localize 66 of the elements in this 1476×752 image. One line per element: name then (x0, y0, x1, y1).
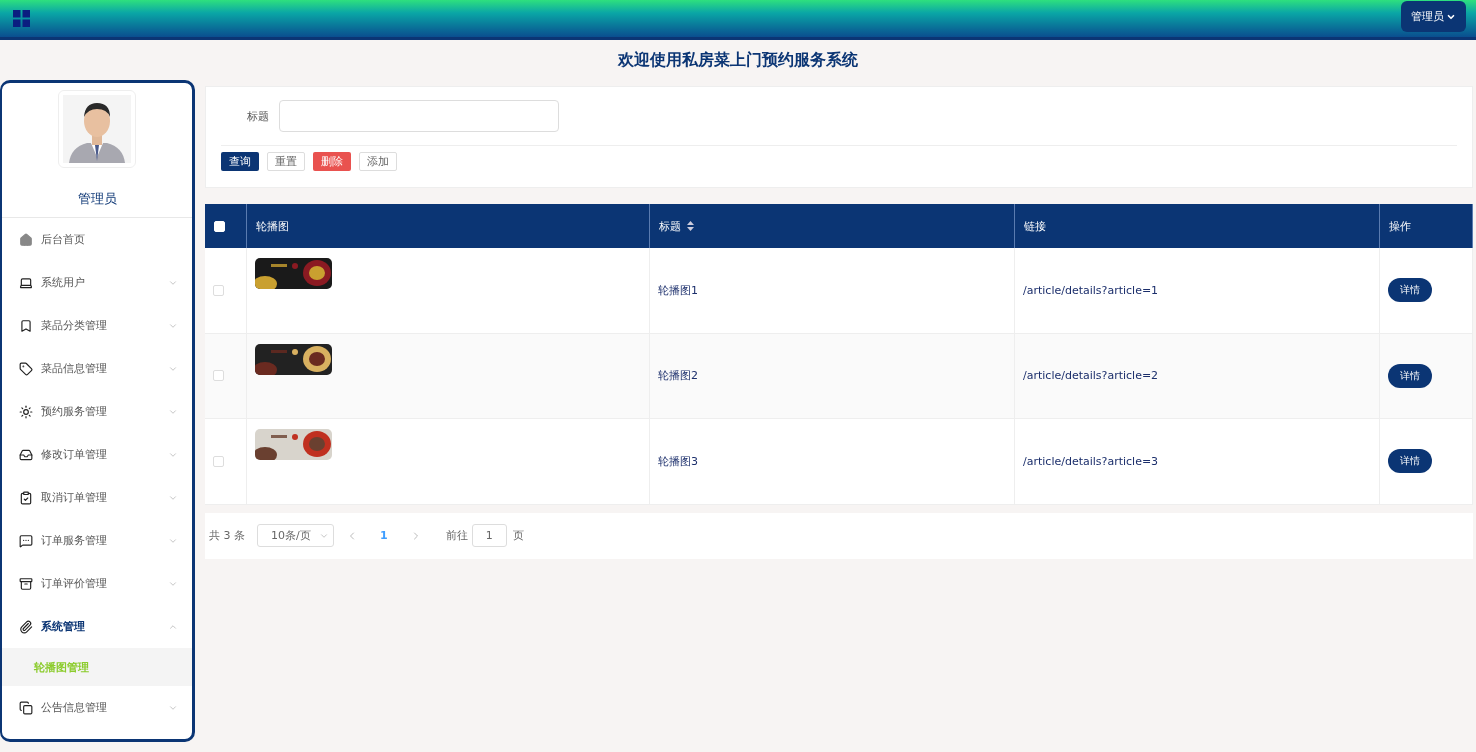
menu-label: 公告信息管理 (41, 700, 108, 715)
column-header: 链接 (1024, 218, 1046, 234)
menu-label: 后台首页 (41, 232, 86, 247)
copy-icon (19, 700, 33, 715)
laptop-icon (19, 275, 33, 290)
tag-icon (19, 361, 33, 376)
detail-button[interactable]: 详情 (1388, 278, 1432, 303)
user-menu-button[interactable]: 管理员 (1401, 1, 1466, 32)
sort-icon[interactable] (687, 221, 694, 231)
grid-icon[interactable] (13, 10, 30, 27)
menu-item[interactable]: 订单评价管理 (2, 562, 192, 605)
inbox-icon (19, 447, 33, 462)
table-cell: /article/details?article=2 (1023, 369, 1159, 383)
clipboard-icon (19, 490, 33, 505)
bookmark-icon (19, 318, 33, 333)
select-all-checkbox[interactable] (214, 220, 225, 232)
menu-item[interactable]: 菜品分类管理 (2, 304, 192, 347)
home-icon (19, 232, 33, 247)
table-cell: /article/details?article=1 (1023, 283, 1159, 297)
detail-button[interactable]: 详情 (1388, 363, 1432, 388)
menu-item[interactable]: 菜品信息管理 (2, 347, 192, 390)
menu-item[interactable]: 取消订单管理 (2, 476, 192, 519)
goto-page-input[interactable]: 1 (471, 524, 507, 547)
row-checkbox[interactable] (213, 284, 224, 296)
menu-label: 取消订单管理 (41, 490, 108, 505)
page-size-select[interactable]: 10条/页 (257, 524, 334, 547)
paperclip-icon (19, 619, 33, 634)
message-icon (19, 533, 33, 548)
menu-item[interactable]: 系统用户 (2, 261, 192, 304)
detail-button[interactable]: 详情 (1388, 449, 1432, 474)
table-cell: 轮播图2 (658, 368, 698, 384)
archive-icon (19, 576, 33, 591)
sun-icon (19, 404, 33, 419)
page-suffix: 页 (512, 528, 524, 543)
user-name: 管理员 (77, 190, 117, 208)
menu-item[interactable]: 预约服务管理 (2, 390, 192, 433)
menu-label: 系统管理 (41, 619, 86, 634)
menu-item[interactable]: 订单服务管理 (2, 519, 192, 562)
menu-item[interactable]: 系统管理 (2, 605, 192, 648)
action-button[interactable]: 添加 (359, 152, 397, 171)
table-cell: 轮播图1 (658, 282, 698, 298)
menu-label: 预约服务管理 (41, 404, 108, 419)
menu-item[interactable]: 修改订单管理 (2, 433, 192, 476)
page-title: 欢迎使用私房菜上门预约服务系统 (617, 48, 859, 71)
menu-label: 系统用户 (41, 275, 86, 290)
action-button[interactable]: 重置 (267, 152, 305, 171)
action-button[interactable]: 查询 (221, 152, 259, 171)
column-header: 操作 (1389, 218, 1411, 234)
menu-label: 菜品分类管理 (41, 318, 108, 333)
menu-label: 订单服务管理 (41, 533, 108, 548)
total-count: 共 3 条 (209, 528, 245, 543)
menu-item[interactable]: 后台首页 (2, 218, 192, 261)
title-input[interactable] (279, 100, 559, 132)
menu-item[interactable]: 公告信息管理 (2, 686, 192, 729)
column-header: 轮播图 (256, 218, 289, 234)
field-label: 标题 (247, 108, 269, 124)
action-button[interactable]: 删除 (313, 152, 351, 171)
row-checkbox[interactable] (213, 370, 224, 382)
row-checkbox[interactable] (213, 455, 224, 467)
goto-label: 前往 (445, 528, 468, 543)
table-cell: 轮播图3 (658, 453, 698, 469)
menu-label: 修改订单管理 (41, 447, 108, 462)
table-cell: /article/details?article=3 (1023, 454, 1159, 468)
menu-label: 菜品信息管理 (41, 361, 108, 376)
menu-label: 订单评价管理 (41, 576, 108, 591)
column-header: 标题 (659, 218, 681, 234)
